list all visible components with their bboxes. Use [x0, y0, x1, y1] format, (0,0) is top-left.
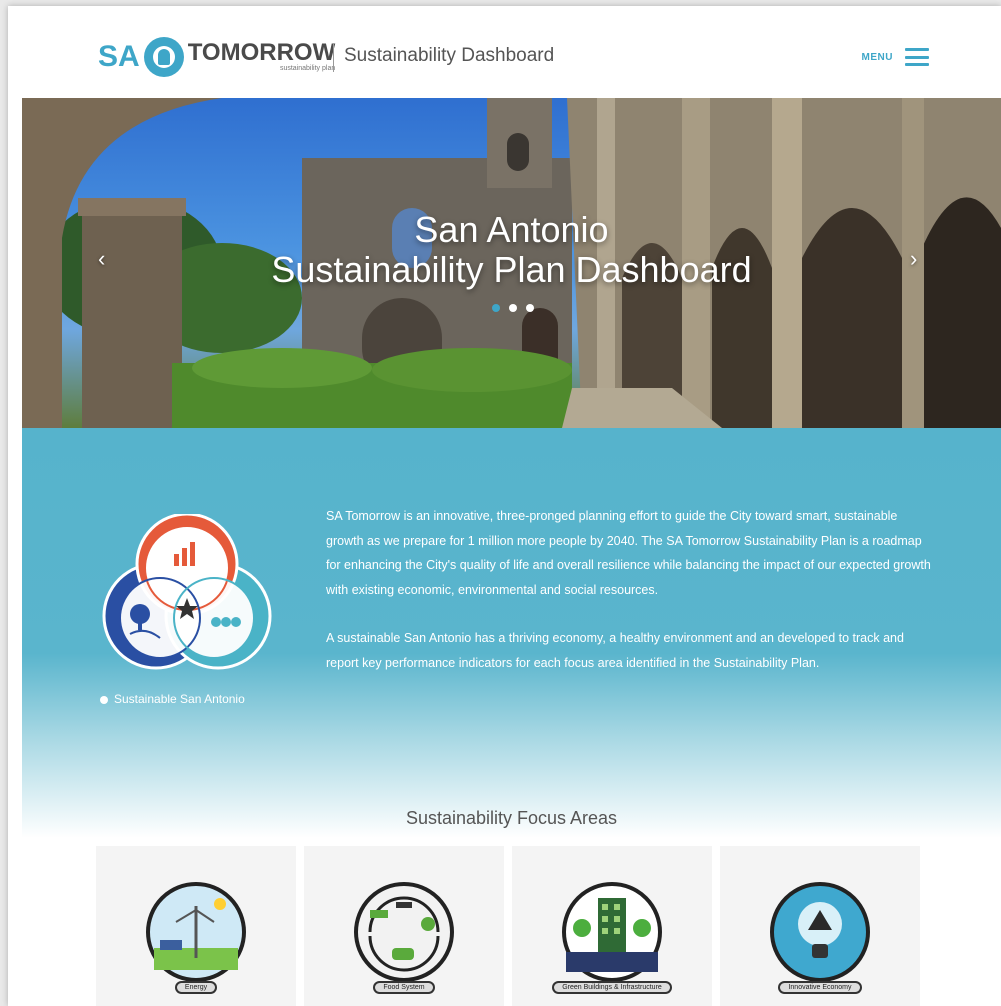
focus-card-green-buildings[interactable]: Green Buildings & Infrastructure — [512, 846, 712, 1006]
header-divider — [333, 44, 334, 72]
focus-card-label: Innovative Economy — [778, 981, 862, 994]
carousel-indicators — [492, 304, 534, 312]
green-buildings-icon — [562, 882, 662, 982]
intro-paragraph-2: A sustainable San Antonio has a thriving… — [326, 631, 904, 670]
focus-card-innovative-economy[interactable]: Innovative Economy — [720, 846, 920, 1006]
page-title: Sustainability Dashboard — [344, 45, 555, 66]
logo-wordmark: TOMORROW sustainability plan — [188, 41, 336, 73]
intro-paragraph-1: SA Tomorrow is an innovative, three-pron… — [326, 509, 931, 597]
intro-text: SA Tomorrow is an innovative, three-pron… — [326, 504, 932, 699]
carousel-dot[interactable] — [526, 304, 534, 312]
hero-carousel: San Antonio Sustainability Plan Dashboar… — [22, 98, 1001, 428]
focus-card-energy[interactable]: Energy — [96, 846, 296, 1006]
menu-button[interactable]: MENU — [862, 48, 929, 66]
star-icon — [100, 695, 108, 704]
logo-subtitle: sustainability plan — [279, 65, 336, 72]
focus-card-label: Green Buildings & Infrastructure — [552, 981, 672, 994]
hero-title-line2: Sustainability Plan Dashboard — [271, 249, 752, 290]
browser-frame: SA TOMORROW sustainability plan Sustaina… — [8, 6, 1001, 1006]
hamburger-icon — [905, 48, 929, 66]
hero-title-line1: San Antonio — [414, 209, 609, 250]
focus-card-label: Food System — [373, 981, 435, 994]
focus-card-label: Energy — [174, 981, 218, 994]
intro-section: Sustainable San Antonio SA Tomorrow is a… — [22, 428, 1001, 838]
sustainability-venn-icon — [102, 514, 272, 670]
carousel-dot[interactable] — [509, 304, 517, 312]
badge-caption-text: Sustainable San Antonio — [114, 692, 245, 706]
site-header: SA TOMORROW sustainability plan Sustaina… — [22, 20, 1001, 98]
focus-card-food-system[interactable]: Food System — [304, 846, 504, 1006]
logo-sa-text: SA — [98, 40, 140, 73]
menu-label: MENU — [861, 51, 893, 63]
carousel-next-icon[interactable]: › — [910, 246, 917, 272]
page: SA TOMORROW sustainability plan Sustaina… — [22, 20, 1001, 1006]
logo-tomorrow-text: TOMORROW — [187, 39, 336, 66]
innovative-economy-icon — [770, 882, 870, 982]
carousel-prev-icon[interactable]: ‹ — [98, 246, 105, 272]
energy-icon — [146, 882, 246, 982]
logo-leaf-icon — [143, 37, 184, 77]
sa-tomorrow-logo[interactable]: SA TOMORROW sustainability plan — [98, 32, 335, 82]
focus-area-cards: Energy Food System Green Buildings & Inf… — [96, 846, 920, 1006]
badge-caption: Sustainable San Antonio — [100, 692, 245, 706]
food-system-icon — [354, 882, 454, 982]
carousel-dot[interactable] — [492, 304, 500, 312]
focus-areas-title: Sustainability Focus Areas — [405, 808, 618, 828]
